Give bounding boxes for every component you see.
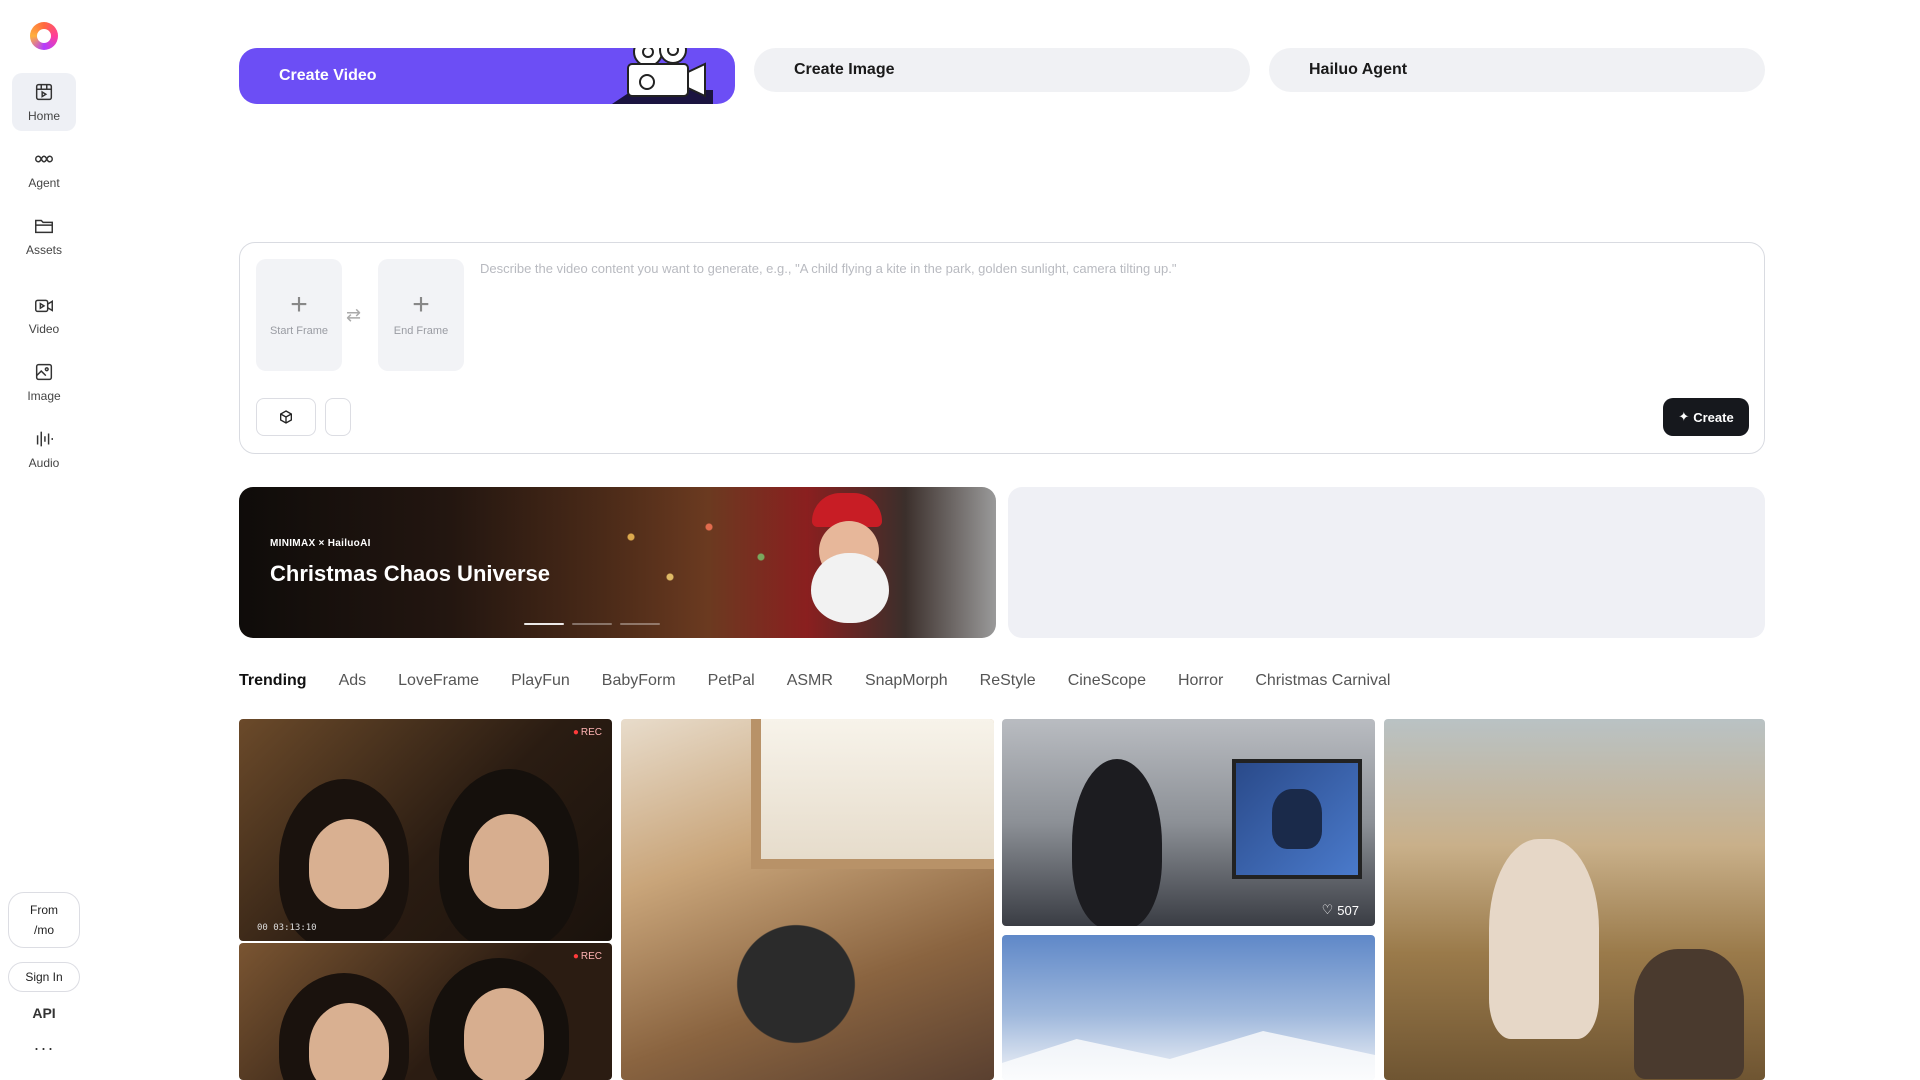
thumbnail-donkey	[1634, 949, 1744, 1079]
create-image-label: Create Image	[794, 61, 895, 78]
tab-loveframe[interactable]: LoveFrame	[398, 672, 479, 690]
category-tabs: Trending Ads LoveFrame PlayFun BabyForm …	[239, 672, 1390, 690]
end-frame-label: End Frame	[393, 325, 449, 337]
api-link[interactable]: API	[0, 1005, 88, 1021]
home-icon	[35, 83, 53, 101]
tab-playfun[interactable]: PlayFun	[511, 672, 570, 690]
rec-indicator: REC	[573, 951, 602, 962]
sparkle-icon: ✦	[1678, 409, 1690, 424]
image-icon	[35, 363, 53, 381]
infinity-icon	[35, 155, 53, 163]
banner-dot[interactable]	[620, 623, 660, 625]
sign-in-button[interactable]: Sign In	[8, 962, 80, 992]
tab-trending[interactable]: Trending	[239, 672, 307, 690]
film-camera-icon	[612, 48, 713, 104]
thumbnail-mountain	[1002, 1031, 1375, 1080]
sidebar-item-audio[interactable]: Audio	[12, 420, 76, 478]
promo-banner-placeholder	[1008, 487, 1765, 638]
tab-ads[interactable]: Ads	[339, 672, 367, 690]
tab-restyle[interactable]: ReStyle	[980, 672, 1036, 690]
tab-cinescope[interactable]: CineScope	[1068, 672, 1146, 690]
gallery-video-tile[interactable]	[621, 719, 994, 1080]
thumbnail-face	[464, 988, 544, 1080]
promo-line-2: /mo	[33, 923, 54, 937]
hailuo-agent-card[interactable]: Hailuo Agent	[1269, 48, 1765, 92]
thumbnail-face	[309, 819, 389, 909]
start-frame-label: Start Frame	[269, 325, 329, 337]
sidebar-item-label: Image	[27, 389, 61, 403]
pricing-promo[interactable]: From/mo	[0, 892, 88, 948]
rec-indicator: REC	[573, 727, 602, 738]
thumbnail-face	[469, 814, 549, 909]
promo-line-1: From	[30, 903, 58, 917]
sidebar: Home Agent Assets Video Image Audio From…	[0, 0, 88, 1080]
prompt-input[interactable]	[480, 261, 1680, 276]
swap-frames-icon[interactable]: ⇄	[346, 305, 361, 326]
sidebar-item-label: Agent	[28, 176, 60, 190]
model-select-button[interactable]	[256, 398, 316, 436]
tab-petpal[interactable]: PetPal	[708, 672, 755, 690]
gallery-video-tile[interactable]: REC 00 03:13:10	[239, 719, 612, 941]
pricing-promo-button[interactable]: From/mo	[8, 892, 80, 948]
thumbnail-bead-figure	[721, 909, 871, 1059]
tab-babyform[interactable]: BabyForm	[602, 672, 676, 690]
create-button[interactable]: ✦ Create	[1663, 398, 1749, 436]
promo-banner-christmas[interactable]: MINIMAX × HailuoAI Christmas Chaos Unive…	[239, 487, 996, 638]
banner-dot[interactable]	[524, 623, 564, 625]
banner-dot[interactable]	[572, 623, 612, 625]
prompt-composer: + Start Frame ⇄ + End Frame ✦ Create	[239, 242, 1765, 454]
settings-toggle-button[interactable]	[325, 398, 351, 436]
sign-in-wrapper: Sign In	[0, 962, 88, 992]
tab-christmas-carnival[interactable]: Christmas Carnival	[1255, 672, 1390, 690]
sidebar-item-label: Audio	[28, 456, 60, 470]
cube-icon	[280, 410, 292, 424]
banner-decoration	[579, 507, 839, 607]
heart-icon: ♡	[1321, 902, 1334, 917]
sidebar-item-label: Video	[28, 322, 60, 336]
sidebar-item-image[interactable]: Image	[12, 353, 76, 411]
gallery-video-tile[interactable]	[1384, 719, 1765, 1080]
end-frame-upload[interactable]: + End Frame	[378, 259, 464, 371]
sidebar-item-label: Assets	[25, 243, 62, 257]
audio-waveform-icon	[36, 431, 53, 447]
sidebar-item-label: Home	[27, 109, 60, 123]
create-button-label: Create	[1693, 409, 1734, 425]
camcorder-timestamp: 00 03:13:10	[257, 923, 317, 933]
sidebar-item-assets[interactable]: Assets	[12, 207, 76, 265]
plus-icon: +	[412, 288, 430, 321]
folder-icon	[35, 219, 53, 234]
sidebar-item-video[interactable]: Video	[12, 286, 76, 344]
thumbnail-gorilla	[1272, 789, 1322, 849]
create-video-label: Create Video	[279, 67, 377, 84]
gallery-video-tile[interactable]: ♡ 507	[1002, 719, 1375, 926]
hailuo-agent-label: Hailuo Agent	[1309, 61, 1408, 78]
tab-snapmorph[interactable]: SnapMorph	[865, 672, 948, 690]
sidebar-item-agent[interactable]: Agent	[12, 140, 76, 198]
plus-icon: +	[290, 288, 308, 321]
create-image-card[interactable]: Create Image	[754, 48, 1250, 92]
more-menu-icon[interactable]: ···	[0, 1038, 88, 1059]
tab-horror[interactable]: Horror	[1178, 672, 1223, 690]
santa-beard-graphic	[811, 553, 889, 623]
create-video-card[interactable]: Create Video	[239, 48, 735, 104]
likes-value: 507	[1337, 902, 1359, 918]
banner-title: Christmas Chaos Universe	[270, 561, 550, 586]
tab-asmr[interactable]: ASMR	[787, 672, 833, 690]
gallery-video-tile[interactable]	[1002, 935, 1375, 1080]
sidebar-item-home[interactable]: Home	[12, 73, 76, 131]
thumbnail-window	[751, 719, 994, 869]
hailuo-logo[interactable]	[30, 22, 58, 50]
banner-pagination	[524, 623, 660, 625]
banner-brand: MINIMAX × HailuoAI	[270, 538, 371, 549]
thumbnail-figure	[1489, 839, 1599, 1039]
start-frame-upload[interactable]: + Start Frame	[256, 259, 342, 371]
gallery-video-tile[interactable]: REC	[239, 943, 612, 1080]
video-icon	[35, 299, 53, 313]
likes-count: ♡ 507	[1322, 902, 1359, 918]
thumbnail-figure	[1072, 759, 1162, 926]
